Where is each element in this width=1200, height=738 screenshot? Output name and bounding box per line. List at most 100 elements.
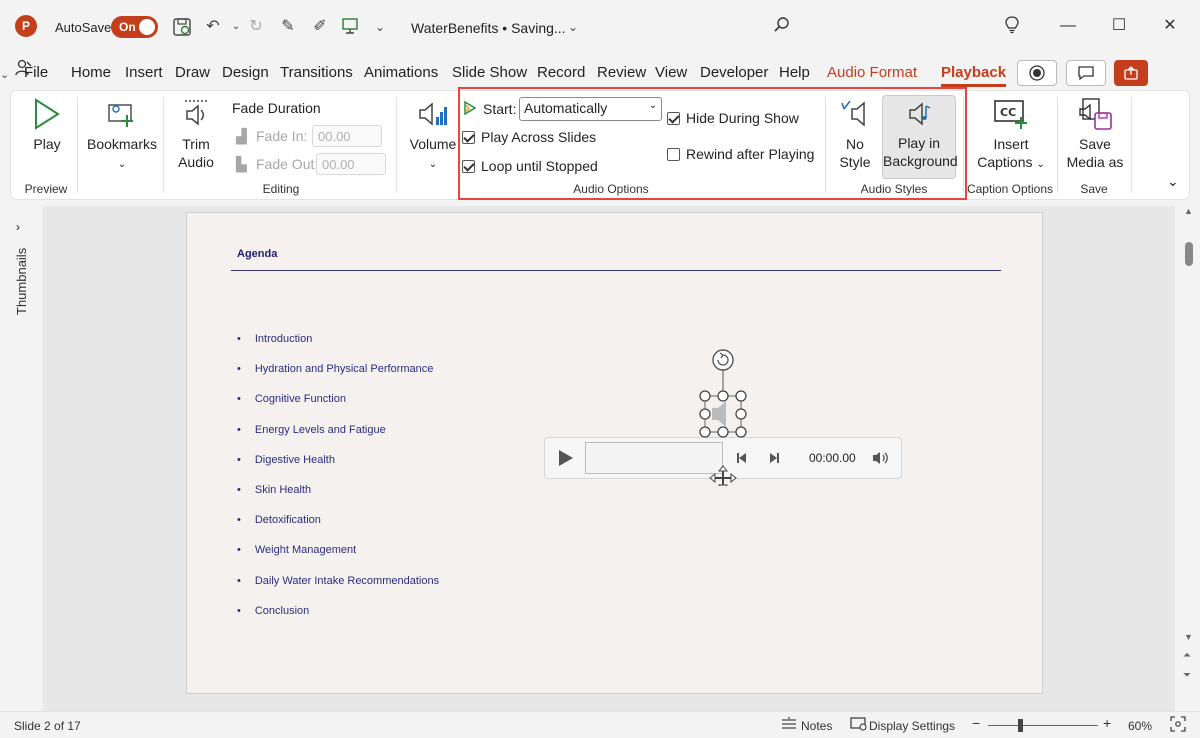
tab-design[interactable]: Design	[222, 64, 269, 81]
tab-file[interactable]: File	[24, 64, 48, 81]
audio-styles-group-label: Audio Styles	[860, 182, 928, 196]
undo-dropdown-icon[interactable]: ⌄	[226, 17, 246, 37]
editing-group-label: Editing	[262, 182, 300, 196]
play-button[interactable]: Play	[27, 97, 67, 153]
vertical-scrollbar[interactable]: ▲ ▼ ⏶ ⏷	[1178, 206, 1200, 711]
tab-slide-show[interactable]: Slide Show	[452, 64, 527, 81]
fade-out-label: Fade Out:	[256, 156, 319, 172]
caption-options-group-label: Caption Options	[966, 182, 1054, 196]
trim-audio-button[interactable]: Trim Audio	[171, 97, 221, 171]
hide-during-show-checkbox[interactable]: Hide During Show	[667, 109, 799, 126]
agenda-item: Hydration and Physical Performance	[237, 363, 439, 393]
present-icon[interactable]	[340, 17, 360, 37]
customize-toolbar-icon[interactable]: ⌄	[370, 17, 390, 37]
minimize-icon[interactable]: —	[1058, 16, 1078, 36]
bookmarks-button[interactable]: Bookmarks ⌄	[85, 97, 159, 174]
scroll-down-icon[interactable]: ▼	[1184, 632, 1193, 642]
fade-out-input[interactable]: 00.00	[316, 153, 386, 175]
notes-label[interactable]: Notes	[801, 719, 832, 733]
play-in-background-label-2: Background	[883, 153, 958, 169]
display-settings-label[interactable]: Display Settings	[869, 719, 955, 733]
group-divider	[1131, 97, 1132, 193]
play-icon	[35, 98, 60, 130]
chevron-right-icon[interactable]: ›	[16, 220, 20, 234]
fade-out-icon: ▙	[236, 156, 247, 172]
tab-draw[interactable]: Draw	[175, 64, 210, 81]
rewind-after-playing-checkbox[interactable]: Rewind after Playing	[667, 145, 814, 162]
agenda-item: Skin Health	[237, 484, 439, 514]
group-divider	[77, 97, 78, 193]
play-in-background-button[interactable]: Play in Background	[882, 95, 958, 179]
play-across-slides-checkbox[interactable]: Play Across Slides	[462, 128, 596, 145]
ribbon: Play Preview Bookmarks ⌄ Trim Audio Fade D…	[10, 87, 1190, 200]
previous-slide-icon[interactable]: ⏶	[1183, 650, 1191, 661]
scroll-up-icon[interactable]: ▲	[1184, 206, 1193, 216]
tab-developer[interactable]: Developer	[700, 64, 768, 81]
save-icon[interactable]	[172, 17, 192, 37]
next-slide-icon[interactable]: ⏷	[1183, 670, 1191, 681]
tab-home[interactable]: Home	[71, 64, 111, 81]
comment-icon	[1078, 66, 1094, 81]
agenda-item: Energy Levels and Fatigue	[237, 424, 439, 454]
slide-title[interactable]: Agenda	[237, 248, 277, 260]
undo-icon[interactable]: ↶	[203, 17, 223, 37]
fade-in-input[interactable]: 00.00	[312, 125, 382, 147]
search-icon[interactable]	[772, 16, 792, 36]
tab-audio-format[interactable]: Audio Format	[827, 64, 917, 81]
bookmark-icon	[108, 104, 133, 127]
agenda-list[interactable]: Introduction Hydration and Physical Perf…	[237, 333, 439, 635]
lightbulb-icon[interactable]	[1002, 16, 1022, 36]
fit-to-window-icon[interactable]	[1170, 716, 1186, 735]
tab-record[interactable]: Record	[537, 64, 585, 81]
title-dropdown-icon[interactable]: ⌄	[563, 17, 583, 37]
display-settings-icon[interactable]	[850, 717, 868, 734]
thumbnails-label[interactable]: Thumbnails	[14, 248, 29, 315]
comments-button[interactable]	[1066, 60, 1106, 86]
ribbon-tabs: File Home Insert Draw Design Transitions…	[0, 58, 1200, 88]
start-label: Start:	[483, 101, 517, 117]
zoom-level[interactable]: 60%	[1128, 719, 1152, 733]
volume-button[interactable]: Volume ⌄	[405, 97, 461, 174]
audio-icon-selection[interactable]	[698, 346, 750, 491]
agenda-item: Detoxification	[237, 514, 439, 544]
insert-captions-button[interactable]: CC Insert Captions ⌄	[969, 97, 1053, 174]
redo-icon[interactable]: ↻	[246, 17, 266, 37]
autosave-toggle[interactable]: On	[111, 16, 158, 38]
title-divider	[231, 270, 1001, 271]
share-button[interactable]	[1114, 60, 1148, 86]
audio-volume-icon[interactable]	[871, 450, 889, 469]
maximize-icon[interactable]: ☐	[1109, 16, 1129, 36]
tab-animations[interactable]: Animations	[364, 64, 438, 81]
ribbon-expand-chevron-icon[interactable]: ⌄	[1167, 173, 1179, 190]
zoom-slider[interactable]	[988, 725, 1098, 726]
tab-help[interactable]: Help	[779, 64, 810, 81]
close-icon[interactable]: ✕	[1160, 16, 1180, 36]
scrollbar-thumb[interactable]	[1185, 242, 1193, 266]
tab-insert[interactable]: Insert	[125, 64, 163, 81]
no-style-button[interactable]: No Style	[833, 97, 877, 171]
tab-review[interactable]: Review	[597, 64, 646, 81]
start-select[interactable]: Automatically ⌄	[519, 97, 662, 121]
loop-until-stopped-checkbox[interactable]: Loop until Stopped	[462, 157, 598, 174]
insert-captions-label-1: Insert	[993, 136, 1029, 152]
pen-icon[interactable]: ✐	[310, 17, 330, 37]
share-dropdown-icon[interactable]: ⌄	[0, 69, 9, 81]
audio-time: 00:00.00	[809, 451, 856, 465]
tab-playback[interactable]: Playback	[941, 64, 1007, 87]
tab-view[interactable]: View	[655, 64, 687, 81]
play-across-slides-label: Play Across Slides	[481, 129, 597, 146]
start-icon	[463, 100, 477, 119]
save-media-as-button[interactable]: Save Media as	[1061, 97, 1129, 171]
play-in-background-icon	[909, 102, 931, 126]
draw-pen-icon[interactable]: ✎	[278, 17, 298, 37]
tab-transitions[interactable]: Transitions	[280, 64, 353, 81]
group-divider	[396, 97, 397, 193]
notes-icon[interactable]	[780, 717, 798, 734]
zoom-out-icon[interactable]: −	[972, 715, 980, 731]
zoom-slider-thumb[interactable]	[1018, 719, 1023, 732]
zoom-in-icon[interactable]: +	[1103, 715, 1111, 731]
player-play-icon[interactable]	[557, 448, 575, 471]
skip-forward-icon[interactable]	[767, 451, 781, 468]
record-button[interactable]	[1017, 60, 1057, 86]
save-group-label: Save	[1080, 182, 1108, 196]
